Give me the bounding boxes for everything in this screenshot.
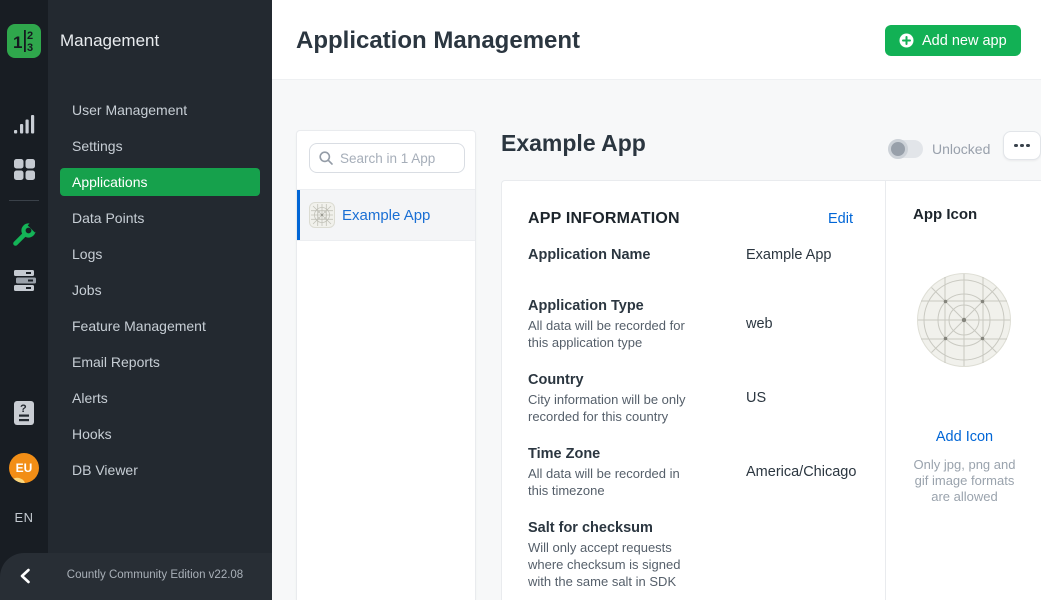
field-label-application-name: Application Name [528,247,650,263]
svg-text:2: 2 [27,30,33,42]
field-label-country: Country [528,372,584,388]
chevron-left-icon [18,568,32,584]
field-value-time-zone: America/Chicago [746,464,856,480]
lock-state-label: Unlocked [932,141,990,157]
section-title: APP INFORMATION [528,210,680,228]
sidebar-item-data-points[interactable]: Data Points [48,200,272,236]
field-label-time-zone: Time Zone [528,446,600,462]
dashboards-nav[interactable] [0,156,48,182]
plus-circle-icon [899,33,914,48]
rail-divider [9,200,39,201]
lock-toggle[interactable] [889,140,923,158]
app-icon-placeholder [917,273,1011,367]
sidebar-item-feature-management[interactable]: Feature Management [48,308,272,344]
field-desc-salt-for-checksum: Will only accept requests where checksum… [528,539,680,590]
toggle-knob [888,139,908,159]
help-doc-icon: ? [13,400,35,426]
app-detail-title: Example App [501,130,646,157]
application-management-page: 1 2 3 [0,0,1041,600]
server-icon [12,268,36,293]
sidebar-title: Management [60,31,159,51]
icon-format-note: Only jpg, png and gif image formats are … [894,457,1035,505]
sidebar-item-hooks[interactable]: Hooks [48,416,272,452]
sidebar-item-db-viewer[interactable]: DB Viewer [48,452,272,488]
field-desc-country: City information will be only recorded f… [528,391,686,425]
page-title: Application Management [296,27,580,55]
add-new-app-button[interactable]: Add new app [885,25,1021,56]
app-list-panel: Example App [296,130,476,600]
app-search [309,143,465,173]
app-list-item-example-app[interactable]: Example App [297,189,475,241]
language-label: EN [14,510,33,525]
language-selector[interactable]: EN [0,506,48,528]
app-list-item-label: Example App [342,207,430,224]
app-placeholder-icon [309,202,335,228]
app-icon-column: App Icon [885,181,1041,600]
sidebar-item-settings[interactable]: Settings [48,128,272,164]
add-new-app-label: Add new app [922,33,1007,49]
collapse-sidebar-button[interactable] [13,564,37,588]
svg-text:?: ? [20,403,27,415]
app-icon-upload[interactable] [917,273,1011,367]
management-sidebar: Management User Management Settings Appl… [48,0,272,600]
field-desc-application-type: All data will be recorded for this appli… [528,317,685,351]
sidebar-footer: Countly Community Edition v22.08 [0,553,272,600]
field-label-salt-for-checksum: Salt for checksum [528,520,653,536]
countly-logo[interactable]: 1 2 3 [0,22,48,60]
avatar-initials: EU [9,453,39,483]
app-icon-title: App Icon [913,206,977,223]
data-manager-nav[interactable] [0,267,48,294]
sidebar-nav: User Management Settings Applications Da… [48,92,272,488]
management-nav-active[interactable] [0,221,48,249]
avatar-text: EU [16,461,33,475]
app-information-card: APP INFORMATION Edit Application Name Ex… [501,180,1041,600]
field-desc-time-zone: All data will be recorded in this timezo… [528,465,680,499]
ellipsis-icon [1014,144,1018,148]
svg-text:1: 1 [13,33,22,52]
more-actions-button[interactable] [1003,131,1041,160]
wrench-icon [11,222,37,248]
bar-chart-icon [12,113,36,135]
sidebar-item-jobs[interactable]: Jobs [48,272,272,308]
icon-rail: 1 2 3 [0,0,48,600]
edit-link[interactable]: Edit [807,211,853,227]
field-value-application-type: web [746,316,773,332]
sidebar-item-alerts[interactable]: Alerts [48,380,272,416]
sidebar-item-user-management[interactable]: User Management [48,92,272,128]
sidebar-item-logs[interactable]: Logs [48,236,272,272]
grid-icon [13,158,36,181]
feedback-nav[interactable]: ? [0,399,48,427]
field-value-application-name: Example App [746,247,831,263]
field-label-application-type: Application Type [528,298,644,314]
content-area: Example App Example App Unlocked APP INF… [272,80,1041,600]
user-avatar[interactable]: EU [0,453,48,483]
analytics-nav[interactable] [0,111,48,137]
search-icon [318,150,334,166]
svg-text:3: 3 [27,42,33,54]
sidebar-item-email-reports[interactable]: Email Reports [48,344,272,380]
countly-logo-icon: 1 2 3 [7,24,41,58]
version-label: Countly Community Edition v22.08 [48,569,262,581]
page-header: Application Management Add new app [272,0,1041,80]
add-icon-link[interactable]: Add Icon [886,429,1041,445]
sidebar-item-applications[interactable]: Applications [48,164,272,200]
field-value-country: US [746,390,766,406]
